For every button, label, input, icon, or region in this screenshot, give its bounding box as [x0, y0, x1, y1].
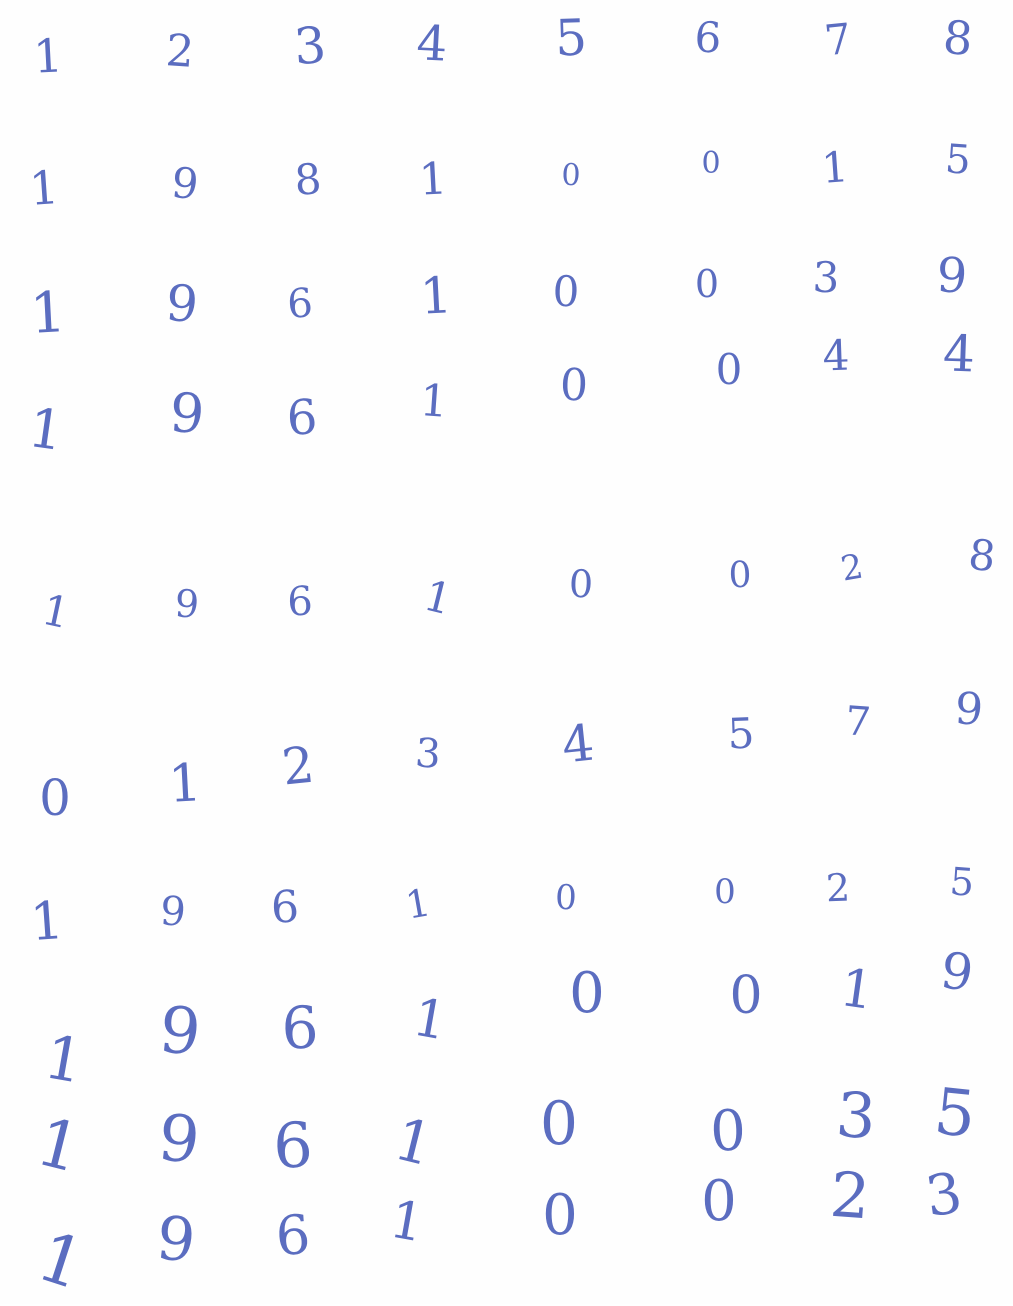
digit-r1-c6: 6	[693, 12, 723, 63]
digit-r2-c8: 5	[943, 136, 973, 184]
digit-r5-c1: 1	[37, 584, 75, 639]
digit-r5-c3: 6	[286, 578, 314, 626]
digit-r10-c2: 9	[153, 1203, 199, 1277]
digit-r1-c2: 2	[164, 25, 196, 78]
digit-r7-c6: 0	[714, 872, 736, 912]
digit-r3-c1: 1	[28, 280, 68, 347]
digit-r1-c8: 8	[941, 9, 975, 67]
digit-r3-c8: 9	[935, 247, 969, 305]
digit-r7-c1: 1	[28, 890, 66, 954]
digit-r8-c3: 6	[280, 993, 320, 1063]
digit-r6-c1: 0	[39, 769, 71, 827]
digit-r6-c4: 3	[413, 730, 443, 778]
digit-r9-c2: 9	[154, 1101, 204, 1179]
digit-r10-c8: 3	[921, 1160, 967, 1231]
digit-r7-c7: 2	[825, 865, 851, 911]
digit-r4-c6: 0	[715, 345, 743, 394]
digit-r9-c5: 0	[539, 1089, 579, 1159]
digit-r9-c4: 1	[387, 1104, 441, 1180]
digit-r5-c7: 2	[837, 546, 867, 590]
digit-r6-c3: 2	[279, 735, 317, 797]
digit-r2-c3: 8	[292, 154, 324, 205]
digit-r7-c4: 1	[402, 880, 434, 928]
digit-r2-c6: 0	[701, 146, 721, 181]
digit-r1-c7: 7	[822, 13, 854, 66]
digit-r10-c6: 0	[701, 1169, 737, 1234]
digit-r1-c3: 3	[292, 15, 328, 77]
handwritten-digit-sheet: 1234567819810015196100391961004419610028…	[0, 0, 1013, 1306]
digit-r10-c5: 0	[542, 1183, 578, 1248]
digit-r8-c5: 0	[569, 961, 605, 1026]
digit-r3-c2: 9	[163, 273, 201, 335]
digit-r3-c4: 1	[418, 266, 454, 326]
digit-r8-c4: 1	[408, 987, 452, 1053]
digit-r1-c4: 4	[415, 15, 449, 73]
digit-r3-c7: 3	[811, 252, 841, 303]
digit-r5-c8: 8	[966, 529, 998, 582]
digit-r9-c7: 3	[833, 1077, 879, 1154]
digit-r6-c2: 1	[166, 753, 204, 815]
digit-r9-c8: 5	[930, 1075, 980, 1153]
digit-r2-c5: 0	[560, 157, 582, 194]
digit-r2-c7: 1	[819, 142, 851, 193]
digit-r8-c2: 9	[155, 993, 205, 1071]
digit-r10-c1: 1	[28, 1217, 94, 1306]
digit-r10-c4: 1	[385, 1189, 429, 1255]
digit-r7-c8: 5	[948, 859, 976, 905]
digit-r8-c1: 1	[39, 1022, 89, 1098]
digit-r7-c5: 0	[554, 877, 578, 919]
digit-r10-c3: 6	[273, 1202, 313, 1269]
digit-r10-c7: 2	[827, 1157, 873, 1234]
digit-r4-c3: 6	[285, 389, 319, 447]
digit-r6-c5: 4	[559, 713, 597, 775]
digit-r7-c2: 9	[158, 888, 188, 936]
digit-r3-c5: 0	[551, 266, 581, 317]
digit-r5-c5: 0	[568, 561, 594, 607]
digit-r4-c4: 1	[418, 375, 450, 428]
digit-r9-c1: 1	[29, 1103, 89, 1188]
digit-r6-c7: 7	[843, 698, 873, 746]
digit-r8-c8: 9	[937, 941, 977, 1003]
digit-r5-c6: 0	[727, 554, 753, 597]
digit-r5-c4: 1	[419, 570, 458, 625]
digit-r2-c4: 1	[417, 153, 449, 206]
digit-r4-c7: 4	[821, 330, 851, 381]
digit-r2-c1: 1	[27, 160, 61, 216]
digit-r4-c5: 0	[559, 359, 589, 412]
digit-r9-c3: 6	[271, 1108, 314, 1183]
digit-r6-c6: 5	[726, 708, 756, 759]
digit-r6-c8: 9	[953, 683, 985, 736]
digit-r8-c6: 0	[729, 966, 763, 1026]
digit-r3-c6: 0	[694, 262, 720, 306]
digit-r9-c6: 0	[709, 1098, 747, 1165]
digit-r4-c1: 1	[24, 395, 68, 464]
digit-r4-c8: 4	[942, 324, 976, 384]
digit-r8-c7: 1	[836, 957, 878, 1023]
digit-r1-c1: 1	[31, 28, 65, 84]
digit-r1-c5: 5	[554, 8, 588, 68]
digit-r2-c2: 9	[169, 157, 201, 210]
digit-r4-c2: 9	[167, 380, 207, 447]
digit-r7-c3: 6	[270, 881, 300, 934]
digit-r5-c2: 9	[173, 581, 201, 627]
digit-r3-c3: 6	[285, 280, 315, 328]
